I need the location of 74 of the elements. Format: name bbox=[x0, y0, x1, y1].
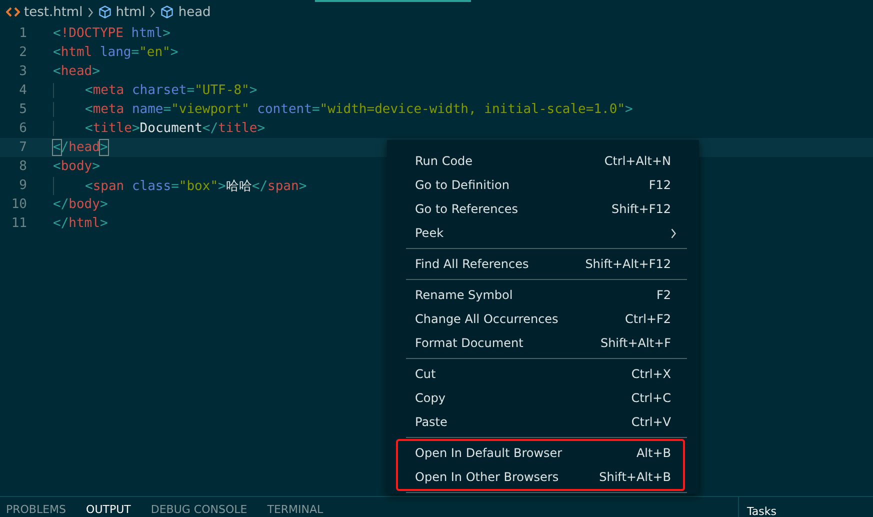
shortcut-label: Shift+Alt+F bbox=[600, 336, 671, 350]
line-number: 4 bbox=[18, 83, 27, 98]
panel-tab[interactable]: TERMINAL bbox=[267, 498, 324, 516]
menu-item-label: Change All Occurrences bbox=[415, 312, 558, 326]
code-line: </head> bbox=[53, 140, 108, 155]
code-file-icon bbox=[6, 5, 20, 19]
line-number: 6 bbox=[18, 121, 27, 136]
shortcut-label: Ctrl+F2 bbox=[625, 312, 671, 326]
code-line: </body> bbox=[53, 197, 108, 212]
menu-item-label: Cut bbox=[415, 367, 436, 381]
panel-title: Tasks bbox=[747, 505, 776, 517]
menu-item[interactable]: Go to Definition F12 bbox=[398, 173, 683, 197]
shortcut-label: Alt+B bbox=[636, 446, 671, 460]
menu-item[interactable]: Run Code Ctrl+Alt+N bbox=[398, 149, 683, 173]
shortcut-label: Ctrl+Alt+N bbox=[604, 154, 671, 168]
menu-item[interactable]: Copy Ctrl+C bbox=[398, 386, 683, 410]
code-line: <meta charset="UTF-8"> bbox=[53, 83, 258, 98]
line-number: 2 bbox=[18, 45, 27, 60]
menu-item-label: Open In Default Browser bbox=[415, 446, 562, 460]
menu-item-label: Go to References bbox=[415, 202, 518, 216]
code-line: <html lang="en"> bbox=[53, 45, 178, 60]
line-number: 3 bbox=[18, 64, 27, 79]
shortcut-label: Ctrl+V bbox=[631, 415, 671, 429]
line-number: 7 bbox=[18, 140, 27, 155]
menu-item[interactable]: Change All Occurrences Ctrl+F2 bbox=[398, 307, 683, 331]
chevron-icon bbox=[670, 228, 677, 238]
panel-tab[interactable]: DEBUG CONSOLE bbox=[150, 498, 248, 516]
menu-item-label: Rename Symbol bbox=[415, 288, 513, 302]
code-line: <head> bbox=[53, 64, 100, 79]
menu-item[interactable]: Open In Other Browsers Shift+Alt+B bbox=[398, 465, 683, 489]
shortcut-label: Shift+F12 bbox=[611, 202, 671, 216]
breadcrumb-item[interactable]: html bbox=[116, 4, 146, 20]
menu-item[interactable]: Paste Ctrl+V bbox=[398, 410, 683, 434]
menu-item-label: Copy bbox=[415, 391, 446, 405]
line-number: 10 bbox=[10, 197, 27, 212]
line-number: 9 bbox=[18, 178, 27, 193]
menu-item[interactable]: Open In Default Browser Alt+B bbox=[398, 441, 683, 465]
menu-item-label: Go to Definition bbox=[415, 178, 510, 192]
code-line: <title>Document</title> bbox=[53, 121, 266, 136]
menu-item-label: Peek bbox=[415, 226, 444, 240]
shortcut-label: Shift+Alt+B bbox=[599, 470, 671, 484]
chevron-icon bbox=[86, 6, 94, 18]
cube-icon bbox=[160, 5, 174, 19]
breadcrumb-item[interactable]: test.html bbox=[24, 4, 83, 20]
code-line: <body> bbox=[53, 159, 100, 174]
menu-item-label: Open In Other Browsers bbox=[415, 470, 559, 484]
code-line: <span class="box">哈哈</span> bbox=[53, 176, 307, 194]
menu-item[interactable]: Format Document Shift+Alt+F bbox=[398, 331, 683, 355]
code-line: </html> bbox=[53, 216, 108, 231]
menu-item[interactable]: Rename Symbol F2 bbox=[398, 283, 683, 307]
code-line: <!DOCTYPE html> bbox=[53, 26, 170, 41]
shortcut-label: F12 bbox=[648, 178, 671, 192]
menu-item-label: Format Document bbox=[415, 336, 524, 350]
shortcut-label: F2 bbox=[656, 288, 671, 302]
panel-tab[interactable]: PROBLEMS bbox=[6, 498, 66, 516]
shortcut-label: Ctrl+X bbox=[631, 367, 671, 381]
shortcut-label: Ctrl+C bbox=[631, 391, 671, 405]
shortcut-label: Shift+Alt+F12 bbox=[585, 257, 671, 271]
menu-item-label: Run Code bbox=[415, 154, 473, 168]
line-number: 11 bbox=[10, 216, 27, 231]
line-number: 5 bbox=[18, 102, 27, 117]
menu-item[interactable]: Cut Ctrl+X bbox=[398, 362, 683, 386]
panel-tab[interactable]: OUTPUT bbox=[86, 498, 131, 516]
menu-item-label: Paste bbox=[415, 415, 448, 429]
breadcrumb-item[interactable]: head bbox=[178, 4, 211, 20]
menu-item[interactable]: Peek bbox=[398, 221, 683, 245]
code-line: <meta name="viewport" content="width=device-width, initial-scale=1.0"> bbox=[53, 102, 633, 117]
line-number: 1 bbox=[18, 26, 27, 41]
menu-item-label: Find All References bbox=[415, 257, 529, 271]
chevron-icon bbox=[149, 6, 156, 18]
menu-item[interactable]: Find All References Shift+Alt+F12 bbox=[398, 252, 683, 276]
menu-item[interactable]: Go to References Shift+F12 bbox=[398, 197, 683, 221]
line-number: 8 bbox=[18, 159, 27, 174]
cube-icon bbox=[98, 5, 112, 19]
